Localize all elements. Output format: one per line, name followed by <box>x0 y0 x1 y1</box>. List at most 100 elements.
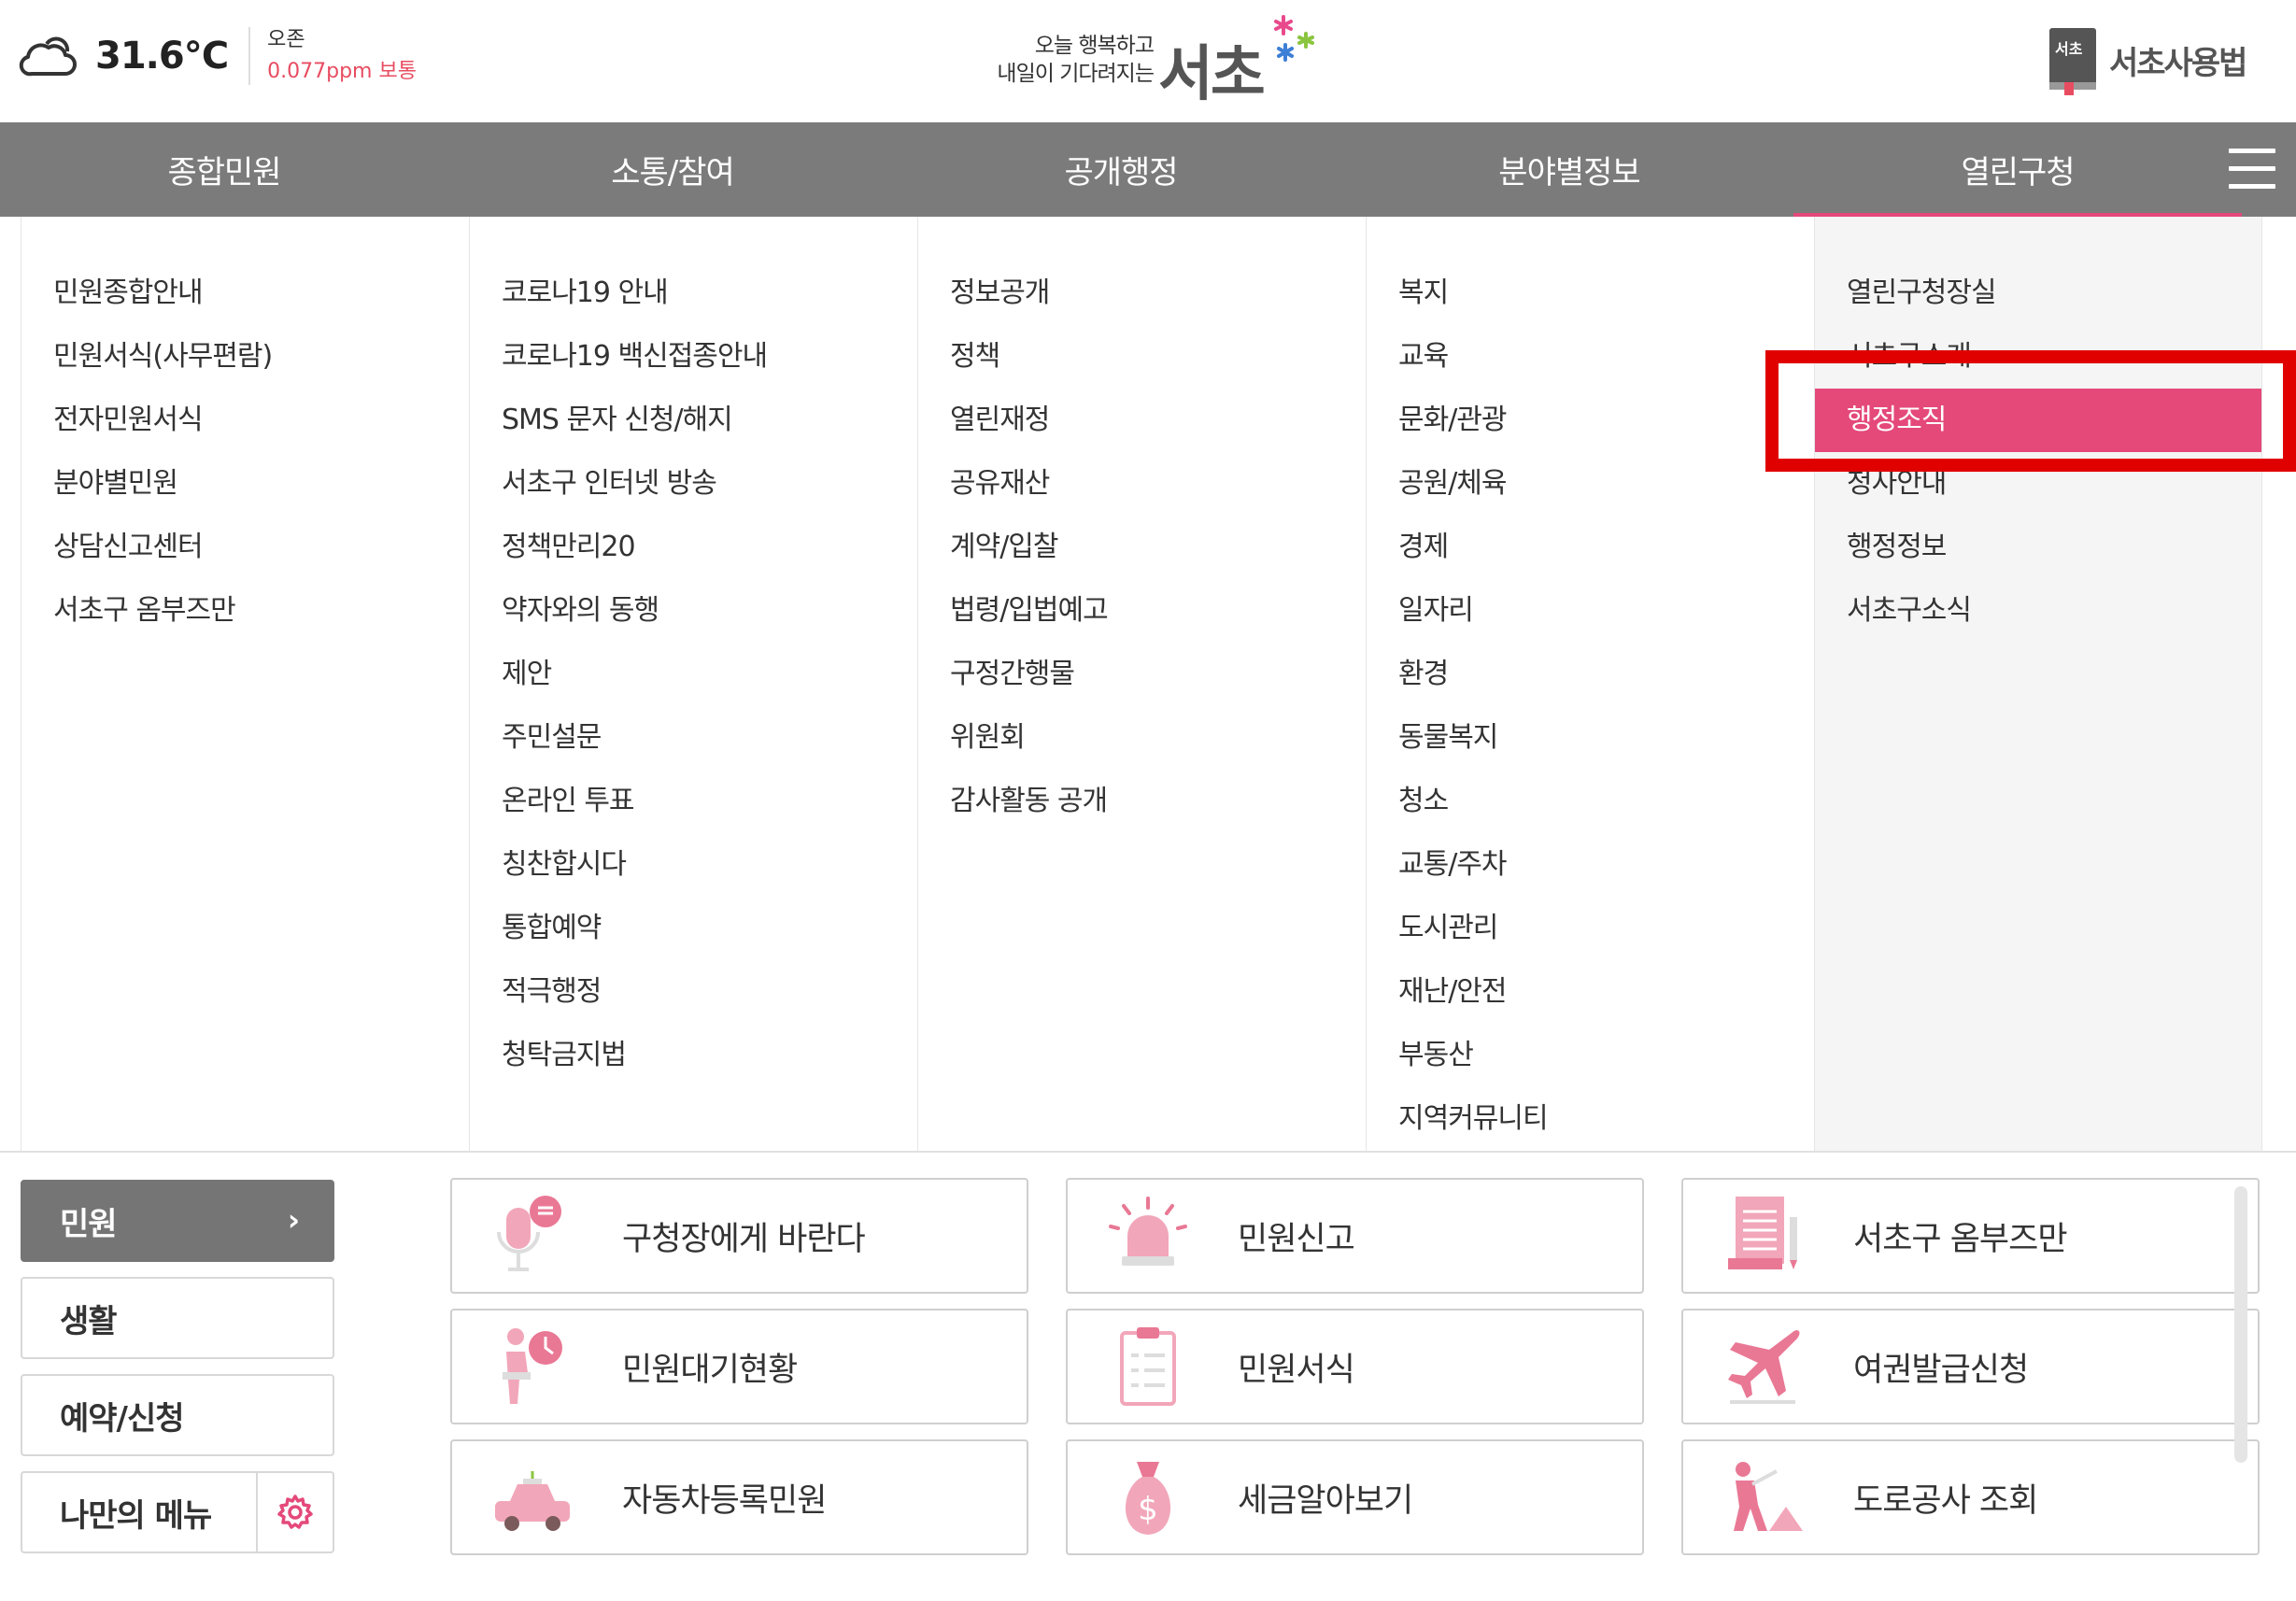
menu-item[interactable]: 분야별민원 <box>21 452 469 516</box>
menu-item[interactable]: 청소 <box>1367 770 1814 833</box>
logo-name: 서초 <box>1158 40 1266 109</box>
seocho-dictionary-link[interactable]: 서초 서초사용법 <box>2046 24 2247 95</box>
menu-item[interactable]: 서초구 옴부즈만 <box>21 579 469 643</box>
menu-item[interactable]: 환경 <box>1367 643 1814 706</box>
menu-item[interactable]: 서초구소식 <box>1815 579 2261 643</box>
divider <box>248 27 251 85</box>
menu-item[interactable]: 구정간행물 <box>918 643 1366 706</box>
menu-item[interactable]: 청사안내 <box>1815 452 2261 516</box>
mega-menu: 민원종합안내 민원서식(사무편람) 전자민원서식 분야별민원 상담신고센터 서초구 옴부즈… <box>21 217 2262 1151</box>
quick-item-request-to-mayor[interactable]: 구청장에게 바란다 <box>450 1178 1028 1294</box>
menu-item[interactable]: 경제 <box>1367 516 1814 579</box>
menu-item[interactable]: 전자민원서식 <box>21 389 469 452</box>
menu-item[interactable]: 복지 <box>1367 262 1814 325</box>
menu-item[interactable]: 서초구 인터넷 방송 <box>470 452 917 516</box>
menu-item[interactable]: 청탁금지법 <box>470 1024 917 1087</box>
my-menu-settings-button[interactable] <box>256 1473 333 1551</box>
menu-item[interactable]: 위원회 <box>918 706 1366 770</box>
menu-item[interactable]: 민원서식(사무편람) <box>21 325 469 389</box>
menu-item[interactable]: 통합예약 <box>470 897 917 960</box>
menu-item[interactable]: 정책 <box>918 325 1366 389</box>
dictionary-label: 서초사용법 <box>2109 44 2247 82</box>
menu-item[interactable]: 행정정보 <box>1815 516 2261 579</box>
quick-item-tax-lookup[interactable]: $ 세금알아보기 <box>1066 1439 1644 1555</box>
quick-row: 자동차등록민원 $ 세금알아보기 도로공사 조회 <box>450 1439 2262 1555</box>
money-bag-icon: $ <box>1125 1462 1171 1535</box>
nav-item-civil-service[interactable]: 종합민원 <box>0 122 448 217</box>
menu-item[interactable]: 열린구청장실 <box>1815 262 2261 325</box>
clipboard-icon <box>1120 1327 1176 1406</box>
menu-item[interactable]: 문화/관광 <box>1367 389 1814 452</box>
menu-item[interactable]: 교통/주차 <box>1367 833 1814 897</box>
menu-item[interactable]: 코로나19 백신접종안내 <box>470 325 917 389</box>
menu-column-open-office: 열린구청장실 서초구소개 행정조직 청사안내 행정정보 서초구소식 <box>1814 217 2262 1151</box>
nav-item-communication[interactable]: 소통/참여 <box>448 122 897 217</box>
menu-item[interactable]: 지역커뮤니티 <box>1367 1087 1814 1151</box>
quick-item-label: 여권발급신청 <box>1853 1351 2029 1389</box>
weather-widget: 31.6℃ 오존 0.077ppm 보통 <box>19 24 417 88</box>
menu-item[interactable]: 교육 <box>1367 325 1814 389</box>
quick-item-vehicle-registration[interactable]: 자동차등록민원 <box>450 1439 1028 1555</box>
menu-item[interactable]: 칭찬합시다 <box>470 833 917 897</box>
menu-column-open-administration: 정보공개 정책 열린재정 공유재산 계약/입찰 법령/입법예고 구정간행물 위원회 감사활동 공… <box>917 217 1366 1151</box>
book-icon-text: 서초 <box>2055 40 2083 58</box>
menu-item[interactable]: 정보공개 <box>918 262 1366 325</box>
menu-item[interactable]: 일자리 <box>1367 579 1814 643</box>
quick-menu-tabs: 민원 › 생활 예약/신청 나만의 메뉴 <box>21 1180 334 1568</box>
nav-item-open-administration[interactable]: 공개행정 <box>897 122 1345 217</box>
menu-item[interactable]: 동물복지 <box>1367 706 1814 770</box>
menu-item[interactable]: 도시관리 <box>1367 897 1814 960</box>
tab-life[interactable]: 생활 <box>21 1277 334 1359</box>
menu-item[interactable]: 행정조직 <box>1815 389 2261 452</box>
quick-item-waiting-status[interactable]: 민원대기현황 <box>450 1309 1028 1424</box>
quick-item-civil-report[interactable]: 민원신고 <box>1066 1178 1644 1294</box>
menu-item[interactable]: 약자와의 동행 <box>470 579 917 643</box>
tab-complaint-label: 민원 <box>60 1205 118 1243</box>
hamburger-menu-icon[interactable] <box>2229 149 2275 190</box>
menu-item[interactable]: 온라인 투표 <box>470 770 917 833</box>
menu-item[interactable]: 정책만리20 <box>470 516 917 579</box>
menu-item[interactable]: 공원/체육 <box>1367 452 1814 516</box>
quick-row: 구청장에게 바란다 민원신고 서초구 옴부즈만 <box>450 1178 2262 1294</box>
menu-item[interactable]: 적극행정 <box>470 960 917 1024</box>
top-header: 31.6℃ 오존 0.077ppm 보통 오늘 행복하고 내일이 기다려지는 서… <box>0 0 2296 122</box>
logo-slogan-line2: 내일이 기다려지는 <box>997 62 1155 86</box>
menu-item[interactable]: 재난/안전 <box>1367 960 1814 1024</box>
menu-item[interactable]: 제안 <box>470 643 917 706</box>
quick-item-road-construction[interactable]: 도로공사 조회 <box>1681 1439 2260 1555</box>
tab-complaint[interactable]: 민원 › <box>21 1180 334 1262</box>
seocho-logo[interactable]: 오늘 행복하고 내일이 기다려지는 서초 <box>971 11 1326 109</box>
tab-reservation[interactable]: 예약/신청 <box>21 1374 334 1456</box>
menu-item[interactable]: 법령/입법예고 <box>918 579 1366 643</box>
quick-item-ombudsman[interactable]: 서초구 옴부즈만 <box>1681 1178 2260 1294</box>
menu-item[interactable]: 주민설문 <box>470 706 917 770</box>
logo-slogan-line1: 오늘 행복하고 <box>1034 34 1155 58</box>
quick-item-label: 민원서식 <box>1238 1351 1355 1389</box>
tab-reservation-label: 예약/신청 <box>60 1399 185 1438</box>
svg-text:$: $ <box>1138 1491 1158 1528</box>
nav-item-field-info[interactable]: 분야별정보 <box>1345 122 1793 217</box>
nav-item-open-office[interactable]: 열린구청 <box>1793 122 2242 217</box>
quick-item-label: 서초구 옴부즈만 <box>1853 1220 2068 1258</box>
siren-icon <box>1109 1197 1187 1266</box>
cloud-icon <box>19 36 77 77</box>
menu-item[interactable]: 서초구소개 <box>1815 325 2261 389</box>
road-worker-icon <box>1734 1462 1803 1531</box>
quick-menu-scrollbar[interactable] <box>2234 1186 2247 1463</box>
person-clock-icon <box>503 1328 562 1404</box>
document-pencil-icon <box>1728 1197 1797 1269</box>
menu-item[interactable]: 상담신고센터 <box>21 516 469 579</box>
menu-item[interactable]: SMS 문자 신청/해지 <box>470 389 917 452</box>
menu-item[interactable]: 계약/입찰 <box>918 516 1366 579</box>
quick-item-label: 민원신고 <box>1238 1220 1355 1258</box>
main-nav: 종합민원 소통/참여 공개행정 분야별정보 열린구청 <box>0 122 2296 217</box>
menu-item[interactable]: 열린재정 <box>918 389 1366 452</box>
menu-item[interactable]: 민원종합안내 <box>21 262 469 325</box>
tab-my-menu[interactable]: 나만의 메뉴 <box>21 1471 334 1553</box>
menu-item[interactable]: 감사활동 공개 <box>918 770 1366 833</box>
quick-item-passport[interactable]: 여권발급신청 <box>1681 1309 2260 1424</box>
menu-item[interactable]: 코로나19 안내 <box>470 262 917 325</box>
menu-item[interactable]: 부동산 <box>1367 1024 1814 1087</box>
quick-item-civil-forms[interactable]: 민원서식 <box>1066 1309 1644 1424</box>
menu-item[interactable]: 공유재산 <box>918 452 1366 516</box>
